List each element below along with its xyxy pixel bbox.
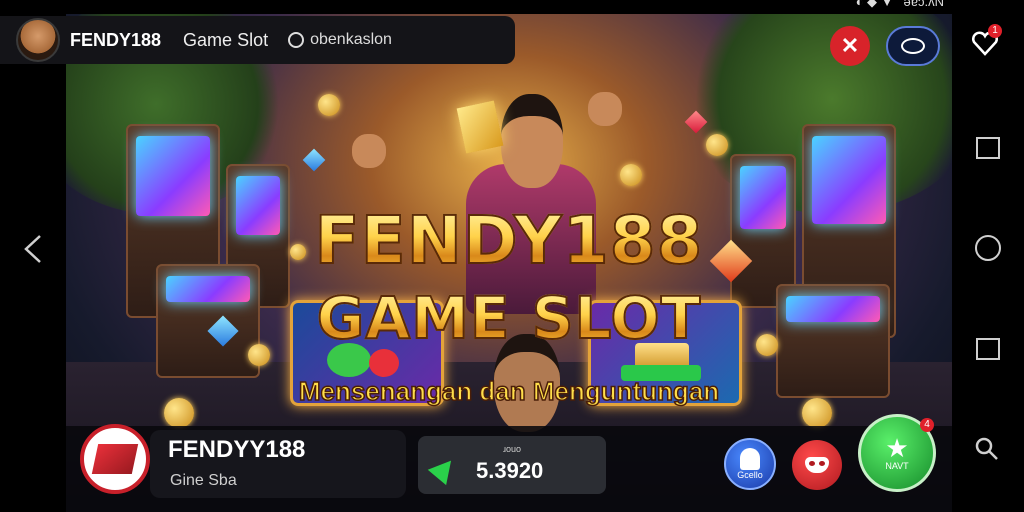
location-icon <box>288 32 305 48</box>
eye-icon <box>901 38 925 54</box>
user-avatar[interactable] <box>16 18 60 62</box>
back-icon[interactable] <box>22 234 44 271</box>
star-icon: ★ <box>885 433 909 463</box>
page-title[interactable]: Game Slot <box>183 30 268 51</box>
balance-label: ɹouo <box>502 444 521 454</box>
gem <box>302 148 326 172</box>
search-icon[interactable] <box>974 436 1000 469</box>
balance-card[interactable]: ɹouo 5.3920 <box>418 436 606 494</box>
status-text: ǝɐɔ.ʌN <box>903 0 944 9</box>
banner-title-line2: GAME SLOT <box>66 283 952 353</box>
banner-title-line1: FENDY188 <box>66 201 952 280</box>
banner-tagline: Mensenangan dan Menguntungan <box>298 375 720 407</box>
view-button[interactable] <box>886 26 940 66</box>
home-circle-icon[interactable] <box>975 235 1001 261</box>
profile-name: FENDYY188 <box>168 436 306 463</box>
location-link[interactable]: obenkaslon <box>288 31 392 49</box>
blue-action-button[interactable]: Gcello <box>724 438 776 490</box>
balance-value: 5.3920 <box>476 458 544 483</box>
status-icons: ◐ ◆ ▼ <box>855 0 894 9</box>
top-bar: FENDY188 Game Slot obenkaslon <box>0 16 515 64</box>
status-bar: ◐ ◆ ▼ ǝɐɔ.ʌN <box>856 0 944 10</box>
arrow-up-icon <box>427 452 461 486</box>
green-button-badge: 4 <box>920 418 934 432</box>
close-x-icon: ✕ <box>840 33 860 58</box>
favorite-button[interactable]: 1 <box>970 24 1004 62</box>
ghost-icon <box>740 448 760 470</box>
red-action-button[interactable] <box>792 440 842 490</box>
hero-fist <box>588 92 622 126</box>
recents-icon[interactable] <box>976 338 1000 360</box>
brand-logo[interactable] <box>80 424 150 494</box>
coin <box>620 164 642 186</box>
coin <box>318 94 340 116</box>
brand-name: FENDY188 <box>70 29 162 50</box>
coin <box>706 134 728 156</box>
hero-hand <box>352 134 386 168</box>
favorite-badge: 1 <box>988 24 1002 38</box>
close-button[interactable]: ✕ <box>830 26 870 66</box>
mask-icon <box>805 457 829 473</box>
blue-button-label: Gcello <box>737 470 763 480</box>
location-text: obenkaslon <box>310 31 392 48</box>
square-icon[interactable] <box>976 137 1000 159</box>
green-button-label: NAVT <box>885 461 909 471</box>
profile-subtitle: Gine Sba <box>170 472 237 489</box>
logo-mark <box>91 444 139 474</box>
